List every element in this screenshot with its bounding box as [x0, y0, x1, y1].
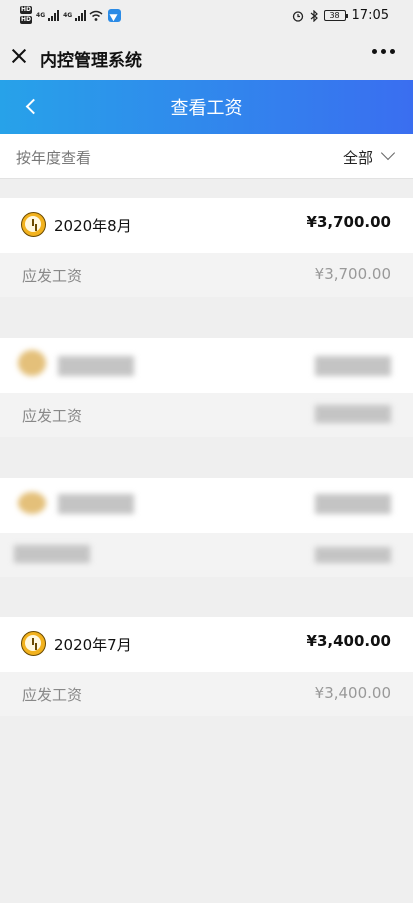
close-icon[interactable] — [10, 47, 28, 65]
page-header: 查看工资 — [0, 80, 413, 134]
app-title: 内控管理系统 — [40, 51, 142, 71]
salary-record-header: 2020年7月 ¥3,400.00 — [0, 617, 413, 672]
year-filter-value[interactable]: 全部 — [343, 147, 373, 168]
signal-icon — [48, 9, 60, 21]
hd-badge-bottom: HD — [20, 16, 33, 24]
salary-record[interactable]: 2020年8月 ¥3,700.00 应发工资 ¥3,700.00 — [0, 198, 413, 297]
record-month: 2020年8月 — [54, 217, 132, 235]
salary-record-header — [0, 338, 413, 393]
app-notification-icon — [108, 8, 122, 22]
signal-icon-2 — [75, 9, 87, 21]
salary-record[interactable]: 2020年7月 ¥3,400.00 应发工资 ¥3,400.00 — [0, 617, 413, 716]
chevron-down-icon[interactable] — [380, 145, 396, 161]
record-amount: ¥3,700.00 — [306, 213, 391, 231]
wifi-icon — [89, 10, 103, 21]
status-time: 17:05 — [351, 8, 389, 23]
redacted-label — [14, 545, 90, 563]
salary-record-header: 2020年8月 ¥3,700.00 — [0, 198, 413, 253]
clock-icon — [18, 350, 46, 376]
clock-icon — [21, 212, 46, 237]
salary-record-header — [0, 478, 413, 533]
more-icon[interactable] — [372, 49, 395, 54]
gross-pay-amount: ¥3,400.00 — [314, 684, 391, 702]
mini-program-bar: 内控管理系统 — [0, 34, 413, 80]
redacted-amount — [315, 494, 391, 514]
battery-icon: 38 — [323, 10, 348, 21]
salary-record-detail: 应发工资 — [0, 393, 413, 437]
status-left: HD HD 4G 4G — [20, 6, 122, 24]
network-type-2: 4G — [63, 11, 73, 19]
salary-record-detail — [0, 533, 413, 577]
year-filter-label: 按年度查看 — [16, 149, 92, 167]
hd-indicators: HD HD — [20, 6, 33, 24]
status-bar: HD HD 4G 4G 38 17:05 — [0, 0, 413, 34]
gross-pay-label: 应发工资 — [22, 267, 83, 285]
redacted-month — [58, 356, 134, 376]
salary-record-detail: 应发工资 ¥3,400.00 — [0, 672, 413, 716]
clock-icon — [21, 631, 46, 656]
record-amount: ¥3,400.00 — [306, 632, 391, 650]
hd-badge-top: HD — [20, 6, 33, 14]
salary-record-redacted[interactable]: 应发工资 — [0, 338, 413, 437]
clock-icon — [18, 492, 46, 514]
redacted-gross-pay — [315, 405, 391, 423]
redacted-amount — [315, 356, 391, 376]
salary-record-redacted[interactable] — [0, 478, 413, 577]
redacted-gross-pay — [315, 547, 391, 563]
year-filter[interactable]: 按年度查看 全部 — [0, 134, 413, 179]
gross-pay-amount: ¥3,700.00 — [314, 265, 391, 283]
gross-pay-label: 应发工资 — [22, 686, 83, 704]
redacted-month — [58, 494, 134, 514]
network-type-1: 4G — [36, 11, 46, 19]
alarm-icon — [292, 10, 303, 22]
page-title: 查看工资 — [170, 98, 243, 119]
salary-record-detail: 应发工资 ¥3,700.00 — [0, 253, 413, 297]
record-month: 2020年7月 — [54, 636, 132, 654]
bluetooth-icon — [310, 9, 318, 22]
gross-pay-label: 应发工资 — [22, 407, 83, 425]
status-right: 38 17:05 — [292, 8, 389, 23]
